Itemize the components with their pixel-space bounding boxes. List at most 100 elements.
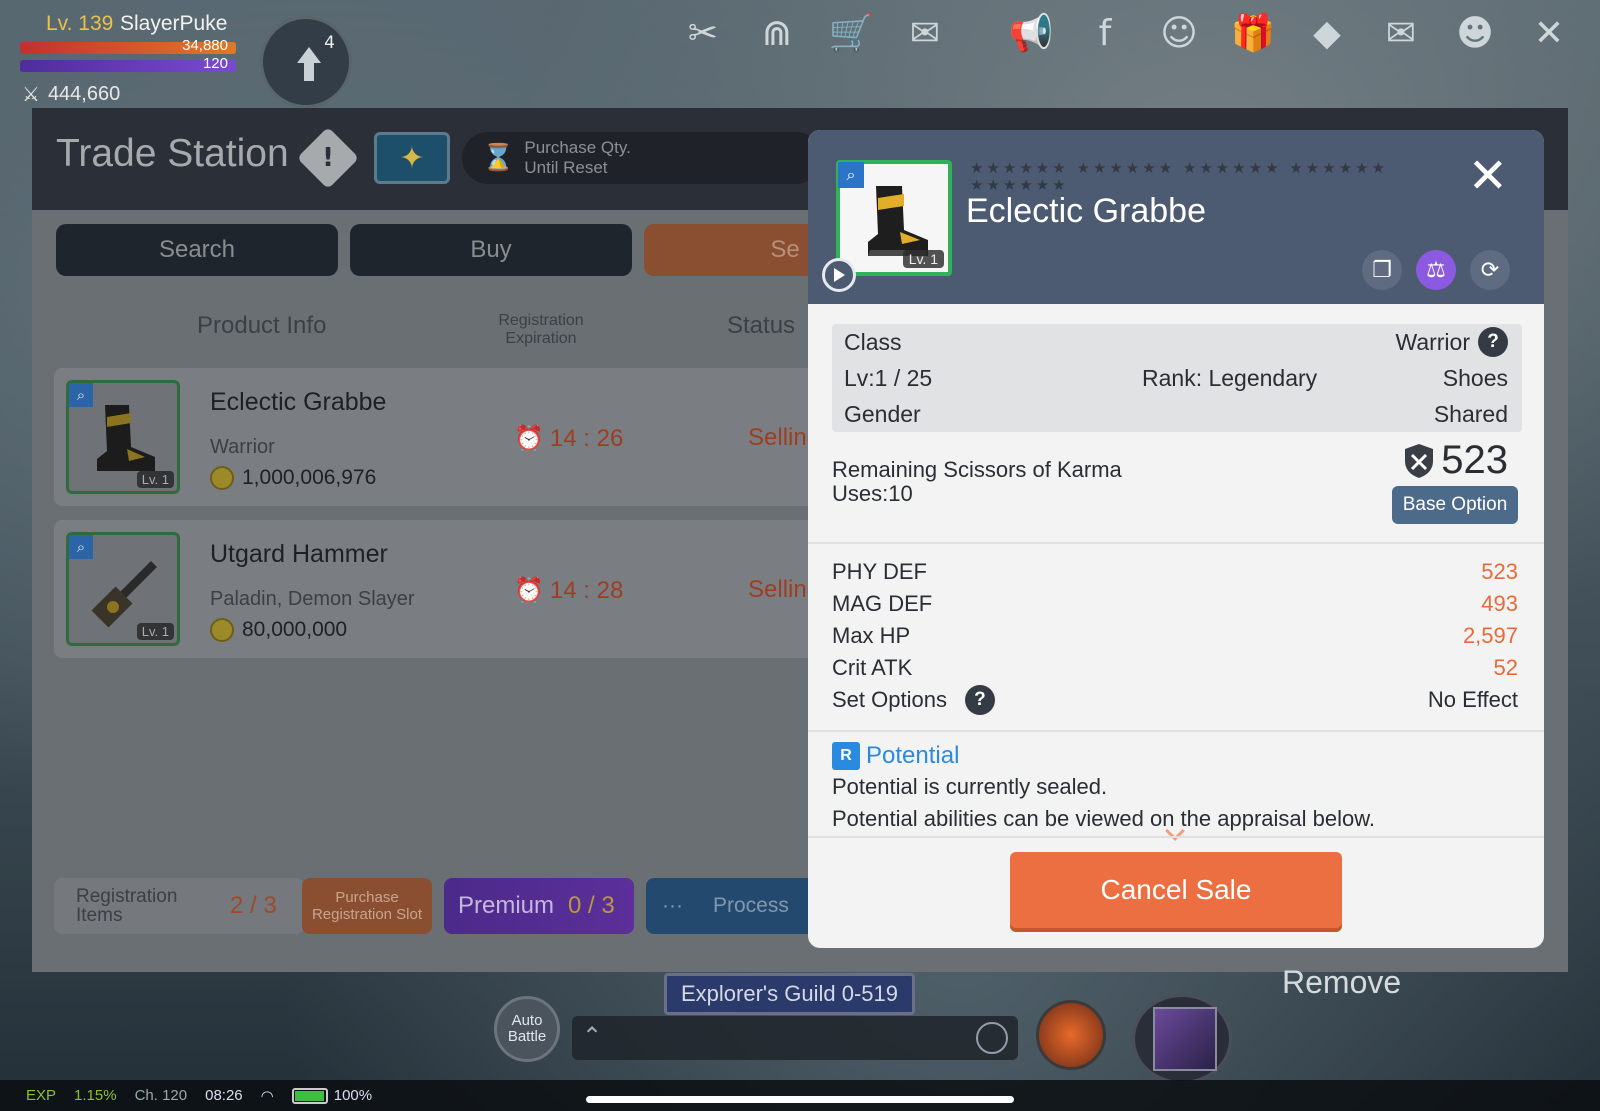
- book-icon[interactable]: ❐: [1362, 250, 1402, 290]
- help-icon[interactable]: ?: [1478, 327, 1508, 357]
- stat-row: MAG DEF 493: [832, 588, 1518, 620]
- item-detail-header: ⌕ Lv. 1 ★★★★★★ ★★★★★★ ★★★★★★ ★★★★★★ ★★★★…: [808, 130, 1544, 304]
- hp-value: 34,880: [182, 37, 228, 54]
- item-type: Shoes: [1442, 364, 1508, 391]
- stat-name: Crit ATK: [832, 655, 913, 680]
- info-icon: !: [322, 143, 334, 173]
- channel-label: Ch. 120: [134, 1087, 188, 1104]
- item-class: Warrior: [210, 436, 275, 458]
- star-rating: ★★★★★★ ★★★★★★ ★★★★★★ ★★★★★★ ★★★★★★: [970, 159, 1389, 194]
- dark-skill-button[interactable]: [1132, 994, 1232, 1084]
- price-value: 80,000,000: [242, 618, 348, 641]
- stat-name: Max HP: [832, 623, 911, 648]
- item-title: Eclectic Grabbe: [966, 192, 1206, 230]
- filter-chip[interactable]: ✦: [374, 132, 450, 184]
- help-icon[interactable]: ?: [964, 685, 995, 715]
- wifi-icon: ◠: [260, 1087, 274, 1105]
- stat-name: MAG DEF: [832, 591, 933, 616]
- chat-bar[interactable]: ⌃: [572, 1016, 1018, 1060]
- coin-icon: [210, 466, 234, 490]
- class-label: Class: [844, 328, 902, 355]
- tab-search[interactable]: Search: [56, 224, 338, 276]
- premium-count: 0 / 3: [568, 892, 615, 919]
- time-value: 14 : 26: [549, 424, 624, 452]
- play-button[interactable]: [822, 258, 856, 292]
- discord-icon[interactable]: ☺: [1156, 10, 1202, 56]
- emoji-icon[interactable]: [976, 1022, 1008, 1054]
- tab-buy[interactable]: Buy: [350, 224, 632, 276]
- player-name: SlayerPuke: [120, 12, 228, 35]
- gender-value: Shared: [1433, 400, 1508, 427]
- scale-icon[interactable]: ⚖: [1416, 250, 1456, 290]
- item-level: Lv. 1: [136, 623, 174, 640]
- stat-name: PHY DEF: [832, 559, 927, 584]
- cancel-sale-button[interactable]: Cancel Sale: [1010, 852, 1342, 928]
- chevron-up-icon[interactable]: ⌃: [582, 1022, 602, 1050]
- process-label: Process: [712, 894, 789, 917]
- item-attributes: Class Warrior ? Lv:1 / 25 Rank: Legendar…: [832, 324, 1522, 432]
- magnet-icon[interactable]: ⋒: [754, 10, 800, 56]
- close-icon[interactable]: ✕: [1468, 152, 1508, 200]
- top-menu-right: 📢 f ☺ 🎁 ◆ ✉ ☻ ✕: [1008, 10, 1572, 56]
- potential-title: Potential: [866, 742, 960, 769]
- remove-button[interactable]: Remove: [1282, 964, 1401, 1001]
- close-menu-icon[interactable]: ✕: [1526, 10, 1572, 56]
- auto-battle-button[interactable]: Auto Battle: [494, 996, 560, 1062]
- alarm-clock-icon: ⏰: [514, 425, 544, 452]
- base-option-button[interactable]: Base Option: [1392, 486, 1518, 524]
- stat-value: No Effect: [1427, 687, 1518, 712]
- rare-badge: R: [832, 742, 860, 770]
- stat-row: Max HP 2,597: [832, 620, 1518, 652]
- battery-value: 100%: [333, 1087, 373, 1104]
- stat-row: Crit ATK 52: [832, 652, 1518, 684]
- item-thumbnail[interactable]: ⌕ Lv. 1: [836, 160, 952, 276]
- exp-value: 1.15%: [74, 1087, 117, 1104]
- item-thumbnail[interactable]: ⌕ Lv. 1: [66, 532, 180, 646]
- shop-icon[interactable]: ◆: [1304, 10, 1350, 56]
- combat-power: ⚔ 444,660: [22, 82, 120, 107]
- class-value-group: Warrior ?: [1395, 327, 1508, 357]
- facebook-icon[interactable]: f: [1082, 10, 1128, 56]
- battery-icon: [291, 1087, 328, 1104]
- gender-row: Gender Shared: [844, 396, 1508, 432]
- tools-icon[interactable]: ✂: [680, 10, 726, 56]
- compass-icon: ✦: [399, 140, 425, 176]
- level-label: Lv:1 / 25: [844, 364, 933, 391]
- purchase-slot-button[interactable]: Purchase Registration Slot: [302, 878, 432, 934]
- megaphone-icon[interactable]: 📢: [1008, 10, 1054, 56]
- skill-icon: [1153, 1007, 1217, 1071]
- character-icon[interactable]: ☻: [1452, 10, 1498, 56]
- potential-hint-text: Potential abilities can be viewed on the…: [832, 806, 1376, 831]
- divider: [808, 836, 1544, 838]
- info-button[interactable]: !: [296, 126, 360, 190]
- mail-icon[interactable]: ✉: [902, 10, 948, 56]
- price-value: 1,000,006,976: [242, 466, 377, 489]
- swap-icon[interactable]: ⟳: [1470, 250, 1510, 290]
- quest-button[interactable]: 4: [260, 16, 352, 108]
- purchase-qty-box: ⌛ Purchase Qty. Until Reset: [462, 132, 822, 184]
- wing-arrow-icon: [297, 47, 321, 81]
- shield-icon: [1405, 443, 1434, 478]
- stat-value: 52: [1493, 655, 1518, 680]
- item-thumbnail[interactable]: ⌕ Lv. 1: [66, 380, 180, 494]
- cart-icon[interactable]: 🛒: [828, 10, 874, 56]
- hourglass-icon: ⌛: [482, 143, 515, 173]
- karma-label: Remaining Scissors of Karma: [832, 457, 1122, 482]
- item-detail-modal: ⌕ Lv. 1 ★★★★★★ ★★★★★★ ★★★★★★ ★★★★★★ ★★★★…: [808, 130, 1544, 948]
- divider: [808, 542, 1544, 544]
- coin-icon: [210, 618, 234, 642]
- gift-icon[interactable]: 🎁: [1230, 10, 1276, 56]
- inbox-icon[interactable]: ✉: [1378, 10, 1424, 56]
- item-actions: ❐ ⚖ ⟳: [1362, 250, 1510, 290]
- page-title: Trade Station: [56, 132, 289, 175]
- item-score: 523: [1403, 438, 1508, 483]
- registration-items: Registration Items 2 / 3: [54, 878, 304, 934]
- guild-label[interactable]: Explorer's Guild 0-519: [664, 973, 915, 1015]
- column-status: Status: [727, 312, 796, 339]
- mp-value: 120: [202, 55, 228, 72]
- expiration-time: ⏰ 14 : 28: [514, 576, 623, 605]
- fire-skill-button[interactable]: [1036, 1000, 1106, 1070]
- stat-value: 2,597: [1462, 623, 1518, 648]
- premium-button[interactable]: Premium 0 / 3: [444, 878, 634, 934]
- score-value: 523: [1441, 438, 1508, 482]
